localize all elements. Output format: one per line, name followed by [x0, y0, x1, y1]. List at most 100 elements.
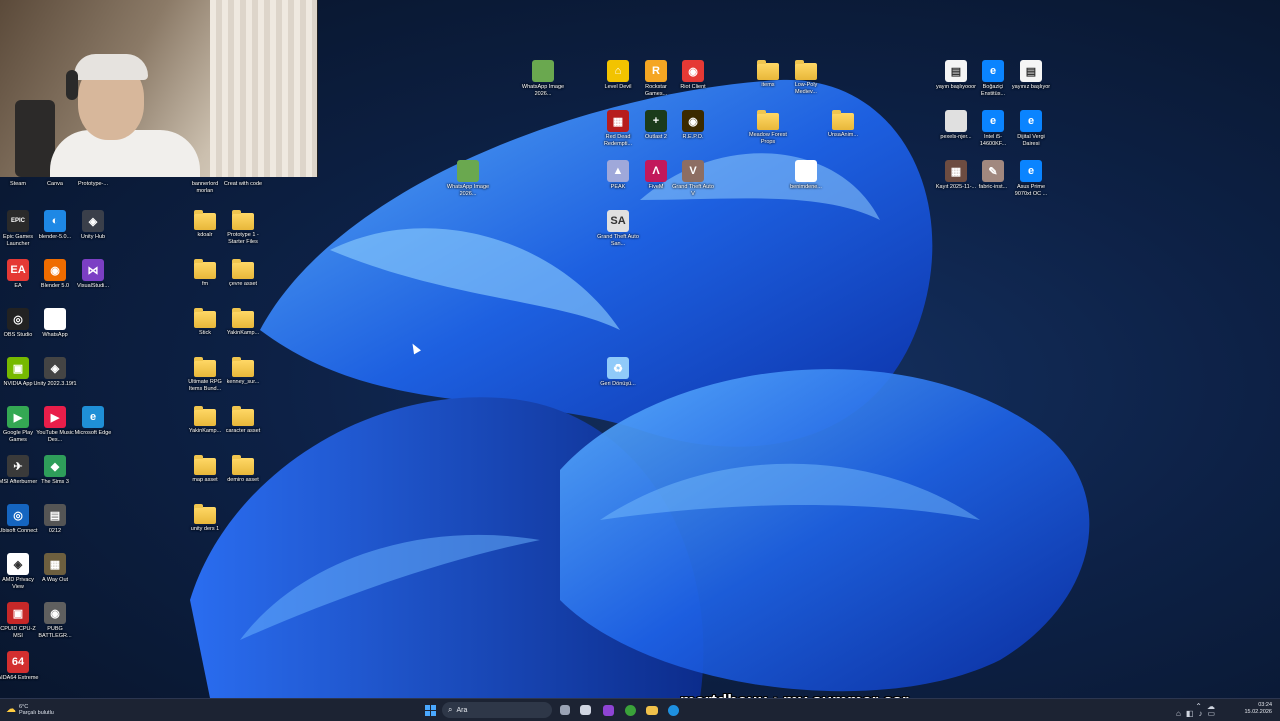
folder-icon — [232, 259, 254, 279]
desktop-icon[interactable]: Prototype 1 - Starter Files — [221, 210, 265, 246]
desktop-icon[interactable]: Meadow Forest Props — [746, 110, 790, 146]
desktop-icon[interactable]: ◉ Riot Client — [671, 60, 715, 91]
system-tray[interactable]: ⌃☁⌂◧♪▭ 03:24 15.02.2026 — [1176, 702, 1272, 718]
folder-icon — [795, 60, 817, 80]
desktop-icon[interactable]: unity ders 1 — [183, 504, 227, 533]
desktop-icon[interactable]: Prototype-... — [71, 181, 115, 188]
desktop-icon-label: Unity Hub — [80, 234, 106, 240]
taskbar-app-file-explorer[interactable] — [646, 702, 658, 718]
app-icon: ▦ — [945, 160, 967, 182]
desktop-icon[interactable]: caracter asset — [221, 406, 265, 435]
desktop-icon[interactable]: ◆ The Sims 3 — [33, 455, 77, 486]
desktop-icon[interactable]: Creat with code — [221, 181, 265, 188]
desktop-icon[interactable]: ▤ 0212 — [33, 504, 77, 535]
search-icon: ⌕ — [448, 705, 453, 714]
desktop-icon[interactable]: WhatsApp Image 2026... — [521, 60, 565, 98]
app-icon: e — [1020, 110, 1042, 132]
app-icon: ◎ — [7, 504, 29, 526]
app-icon: ⌂ — [607, 60, 629, 82]
desktop-icon[interactable]: SA Grand Theft Auto San... — [596, 210, 640, 248]
task-view-icon — [560, 705, 570, 715]
desktop-icon-label: Prototype 1 - Starter Files — [227, 232, 259, 245]
desktop-icon[interactable]: ⋈ VisualStudi... — [71, 259, 115, 290]
clock-date: 15.02.2026 — [1244, 709, 1272, 715]
edge-icon — [668, 704, 679, 716]
folder-icon — [646, 705, 658, 715]
desktop-icon[interactable]: demiro asset — [221, 455, 265, 484]
desktop-icon-label: Dijital Vergi Dairesi — [1017, 134, 1045, 147]
app-icon: ▤ — [945, 60, 967, 82]
app-icon: ▣ — [7, 357, 29, 379]
desktop-icon-label: Unity 2022.3.19f1 — [33, 381, 77, 387]
visual-studio-icon — [603, 704, 614, 716]
desktop-icon[interactable]: benimdene... — [784, 160, 828, 191]
taskbar-app-explorer-window[interactable] — [580, 702, 591, 718]
desktop-icon[interactable]: ▦ A Way Out — [33, 553, 77, 584]
app-icon — [44, 308, 66, 330]
app-icon: EPIC — [7, 210, 29, 232]
start-button[interactable] — [423, 702, 437, 718]
desktop-icon[interactable]: YakinKamp... — [221, 308, 265, 337]
folder-icon — [194, 504, 216, 524]
desktop-icon[interactable]: e Asus Prime 9070xt OC ... — [1009, 160, 1053, 198]
app-icon: ◉ — [682, 60, 704, 82]
folder-icon — [832, 110, 854, 130]
desktop-icon-label: UnsaAnim... — [828, 132, 858, 138]
desktop-icon[interactable]: 64 AIDA64 Extreme — [0, 651, 40, 682]
desktop-icon-label: Meadow Forest Props — [749, 132, 787, 145]
desktop-icon[interactable]: ▤ yayınız başlıyor — [1009, 60, 1053, 91]
app-icon: ◉ — [44, 602, 66, 624]
app-icon: + — [645, 110, 667, 132]
desktop-icon[interactable]: ♻ Geri Dönüşü... — [596, 357, 640, 388]
app-icon: ◉ — [44, 259, 66, 281]
app-icon: ▦ — [44, 553, 66, 575]
taskbar-search[interactable]: ⌕ Ara — [442, 702, 552, 718]
desktop-icon[interactable]: ◈ Unity Hub — [71, 210, 115, 241]
taskbar-app-edge[interactable] — [668, 702, 679, 718]
app-icon — [457, 160, 479, 182]
task-view-button[interactable] — [560, 702, 570, 718]
tray-icons: ⌃☁⌂◧♪▭ — [1176, 702, 1220, 718]
folder-icon — [194, 406, 216, 426]
app-icon: ▤ — [44, 504, 66, 526]
desktop-icon-label: WhatsApp Image 2026... — [446, 184, 490, 197]
desktop-icon[interactable]: Low-Poly Mediev... — [784, 60, 828, 96]
desktop-icon-label: The Sims 3 — [41, 479, 69, 485]
desktop-icon-label: caracter asset — [225, 428, 261, 434]
app-icon: SA — [607, 210, 629, 232]
search-placeholder: Ara — [456, 706, 468, 714]
desktop-icon-label: kenney_sur... — [226, 379, 260, 385]
desktop-icon[interactable]: e Dijital Vergi Dairesi — [1009, 110, 1053, 148]
desktop-icon[interactable]: ◉ R.E.P.O. — [671, 110, 715, 141]
folder-icon — [232, 406, 254, 426]
app-icon: ✈ — [7, 455, 29, 477]
desktop-icon-label: Grand Theft Auto V — [672, 184, 714, 197]
desktop-icon[interactable]: WhatsApp Image 2026... — [446, 160, 490, 198]
desktop-icon[interactable]: WhatsApp — [33, 308, 77, 339]
app-icon: e — [982, 110, 1004, 132]
app-icon: EA — [7, 259, 29, 281]
desktop-icon[interactable]: V Grand Theft Auto V — [671, 160, 715, 198]
desktop-icon-label: 0212 — [48, 528, 62, 534]
desktop-icon[interactable]: ◉ PUBG BATTLEGR... — [33, 602, 77, 640]
weather-widget[interactable]: ☁ 6°C Parçalı bulutlu — [6, 702, 76, 718]
desktop-icon[interactable]: kenney_sur... — [221, 357, 265, 386]
taskbar-app-xbox[interactable] — [625, 702, 636, 718]
folder-icon — [232, 308, 254, 328]
webcam-headphones — [66, 70, 78, 100]
desktop-icon[interactable]: e Microsoft Edge — [71, 406, 115, 437]
desktop-icon-label: WhatsApp Image 2026... — [521, 84, 565, 97]
desktop-icon-label: demiro asset — [227, 477, 259, 483]
taskbar-app-visual-studio[interactable] — [603, 702, 614, 718]
xbox-icon — [625, 704, 636, 716]
desktop-icon[interactable]: UnsaAnim... — [821, 110, 865, 139]
folder-icon — [232, 455, 254, 475]
desktop-icon[interactable]: ◈ Unity 2022.3.19f1 — [33, 357, 77, 388]
app-icon: ✎ — [982, 160, 1004, 182]
clock-time: 03:24 — [1258, 702, 1272, 708]
desktop-icon-label: AIDA64 Extreme — [0, 675, 39, 681]
app-icon: Λ — [645, 160, 667, 182]
desktop-icon-label: benimdene... — [790, 184, 822, 190]
desktop-icon[interactable]: çevre asset — [221, 259, 265, 288]
folder-icon — [194, 357, 216, 377]
